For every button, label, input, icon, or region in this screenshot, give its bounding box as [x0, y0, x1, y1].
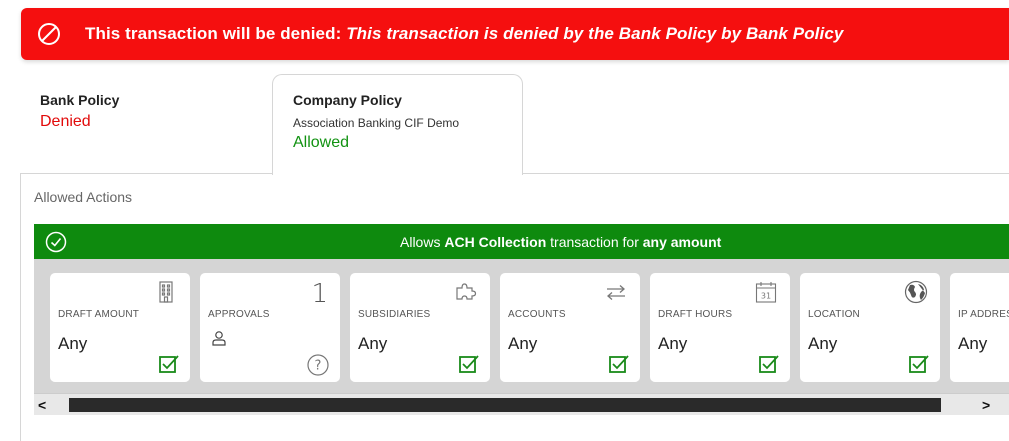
calendar-day-text: 31 — [761, 292, 771, 301]
checkbox-checked-icon — [608, 353, 630, 375]
building-icon — [154, 280, 178, 304]
banner-mid: transaction for — [546, 233, 643, 250]
user-icon — [210, 329, 228, 347]
card-location[interactable]: LOCATION Any — [800, 273, 940, 382]
allowed-actions-label: Allowed Actions — [34, 189, 133, 205]
checkbox-checked-icon — [158, 353, 180, 375]
card-label: DRAFT HOURS — [658, 309, 733, 320]
card-approvals[interactable]: APPROVALS 1 ? — [200, 273, 340, 382]
card-ip-address[interactable]: IP ADDRESS Any — [950, 273, 1009, 382]
alert-prefix: This transaction will be denied: — [85, 24, 342, 43]
tab-title: Bank Policy — [40, 92, 120, 108]
scroll-thumb[interactable] — [69, 398, 941, 412]
tab-title: Company Policy — [293, 92, 402, 108]
card-label: LOCATION — [808, 309, 860, 320]
puzzle-icon — [454, 280, 478, 304]
denied-alert: This transaction will be denied: This tr… — [21, 8, 1009, 60]
calendar-icon: 31 — [754, 280, 778, 304]
globe-icon — [904, 280, 928, 304]
card-label: IP ADDRESS — [958, 309, 1009, 320]
allowed-banner: Allows ACH Collection transaction for an… — [34, 224, 1009, 259]
alert-reason: This transaction is denied by the Bank P… — [346, 24, 844, 43]
tab-bank-policy[interactable]: Bank Policy Denied — [40, 92, 119, 131]
svg-text:?: ? — [315, 359, 322, 374]
card-draft-hours[interactable]: DRAFT HOURS 31 Any — [650, 273, 790, 382]
card-label: APPROVALS — [208, 309, 270, 320]
alert-message: This transaction will be denied: This tr… — [85, 24, 843, 44]
checkbox-checked-icon — [758, 353, 780, 375]
card-value: Any — [808, 334, 838, 353]
card-value: Any — [658, 334, 688, 353]
card-label: ACCOUNTS — [508, 309, 566, 320]
panel-border — [20, 173, 273, 174]
help-icon[interactable]: ? — [306, 353, 330, 377]
banner-pre: Allows — [400, 233, 445, 250]
check-circle-icon — [45, 231, 67, 253]
card-value: Any — [958, 334, 988, 353]
banner-transaction-type: ACH Collection — [444, 233, 547, 250]
card-accounts[interactable]: ACCOUNTS Any — [500, 273, 640, 382]
horizontal-scrollbar[interactable]: < > — [34, 393, 1009, 415]
limits-cards-area: DRAFT AMOUNT Any APPROVALS 1 ? SUBSIDIAR… — [34, 259, 1009, 393]
card-draft-amount[interactable]: DRAFT AMOUNT Any — [50, 273, 190, 382]
scroll-left-button[interactable]: < — [38, 397, 46, 413]
card-label: SUBSIDIARIES — [358, 309, 431, 320]
card-value: Any — [508, 334, 538, 353]
panel-border — [522, 173, 1009, 174]
card-value: Any — [358, 334, 388, 353]
tab-company-policy[interactable]: Company Policy Association Banking CIF D… — [272, 74, 523, 175]
approvals-count: 1 — [311, 279, 328, 309]
checkbox-checked-icon — [908, 353, 930, 375]
prohibited-icon — [37, 21, 63, 47]
tab-subtitle: Association Banking CIF Demo — [293, 116, 460, 130]
card-subsidiaries[interactable]: SUBSIDIARIES Any — [350, 273, 490, 382]
card-label: DRAFT AMOUNT — [58, 309, 140, 320]
banner-amount: any amount — [642, 233, 722, 250]
transfer-arrows-icon — [604, 280, 628, 304]
panel-border — [20, 173, 21, 441]
status-denied: Denied — [40, 113, 91, 130]
checkbox-checked-icon — [458, 353, 480, 375]
scroll-right-button[interactable]: > — [982, 397, 990, 413]
card-value: Any — [58, 334, 88, 353]
status-allowed: Allowed — [293, 134, 350, 151]
allowed-banner-text: Allows ACH Collection transaction for an… — [400, 234, 721, 250]
